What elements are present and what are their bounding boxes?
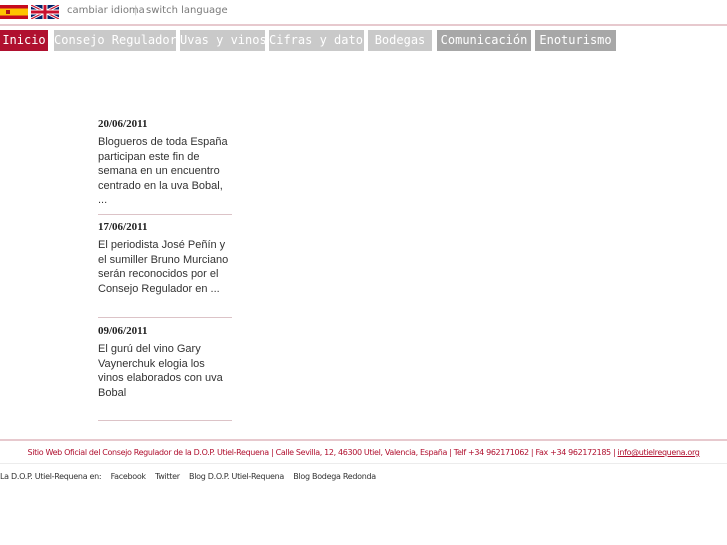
footer-address: Sitio Web Oficial del Consejo Regulador … xyxy=(27,448,618,457)
news-item[interactable]: 09/06/2011 El gurú del vino Gary Vaynerc… xyxy=(98,324,232,400)
news-divider xyxy=(98,214,232,215)
top-divider xyxy=(0,24,727,26)
news-headline[interactable]: Blogueros de toda España participan este… xyxy=(98,135,232,208)
switch-language-link[interactable]: switch language xyxy=(146,5,228,16)
uk-flag-icon[interactable] xyxy=(31,5,59,19)
nav-item-inicio[interactable]: Inicio xyxy=(0,30,48,51)
language-separator: | xyxy=(134,5,138,16)
nav-item-comunicacion[interactable]: Comunicación xyxy=(437,30,531,51)
nav-item-uvas-y-vinos[interactable]: Uvas y vinos xyxy=(180,30,265,51)
news-date: 17/06/2011 xyxy=(98,221,148,233)
nav-item-enoturismo[interactable]: Enoturismo xyxy=(535,30,616,51)
social-links: La D.O.P. Utiel-Requena en: Facebook Twi… xyxy=(0,472,383,481)
twitter-link[interactable]: Twitter xyxy=(155,472,180,481)
news-item[interactable]: 20/06/2011 Blogueros de toda España part… xyxy=(98,117,232,208)
spain-flag-icon[interactable] xyxy=(0,5,28,19)
blog-dop-link[interactable]: Blog D.O.P. Utiel-Requena xyxy=(189,472,284,481)
footer-divider-light xyxy=(0,463,727,464)
news-date: 09/06/2011 xyxy=(98,325,148,337)
news-item[interactable]: 17/06/2011 El periodista José Peñín y el… xyxy=(98,220,232,296)
news-headline[interactable]: El periodista José Peñín y el sumiller B… xyxy=(98,238,232,296)
footer-contact-info: Sitio Web Oficial del Consejo Regulador … xyxy=(0,448,727,457)
facebook-link[interactable]: Facebook xyxy=(111,472,147,481)
nav-item-consejo-regulador[interactable]: Consejo Regulador xyxy=(54,30,176,51)
news-date: 20/06/2011 xyxy=(98,118,148,130)
news-divider xyxy=(98,317,232,318)
footer-divider xyxy=(0,439,727,441)
nav-item-cifras-y-datos[interactable]: Cifras y datos xyxy=(269,30,364,51)
news-divider xyxy=(98,420,232,421)
nav-item-bodegas[interactable]: Bodegas xyxy=(368,30,432,51)
language-bar: cambiar idioma | switch language xyxy=(0,0,727,26)
social-prefix: La D.O.P. Utiel-Requena en: xyxy=(0,472,102,481)
blog-bodega-redonda-link[interactable]: Blog Bodega Redonda xyxy=(293,472,376,481)
news-headline[interactable]: El gurú del vino Gary Vaynerchuk elogia … xyxy=(98,342,232,400)
footer-email-link[interactable]: info@utielrequena.org xyxy=(618,448,700,457)
